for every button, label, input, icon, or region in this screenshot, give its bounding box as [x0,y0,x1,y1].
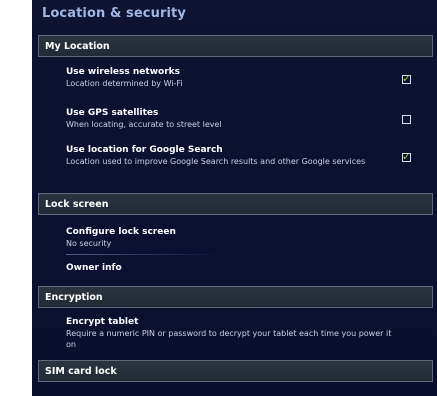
check-icon: ✓ [402,150,412,163]
setting-title: Use GPS satellites [66,108,159,118]
section-header-sim-card-lock[interactable]: SIM card lock [38,360,433,382]
setting-summary: Location determined by Wi-Fi [66,79,183,88]
section-header-lock-screen: Lock screen [38,193,433,215]
section-header-my-location: My Location [38,35,433,57]
row-divider [66,254,226,255]
section-header-encryption: Encryption [38,286,433,308]
checkbox-use-location-for-google-search[interactable]: ✓ [402,150,412,163]
setting-summary: When locating, accurate to street level [66,120,222,129]
setting-title: Configure lock screen [66,227,176,237]
setting-owner-info[interactable]: Owner info [66,262,396,274]
setting-use-gps-satellites[interactable]: Use GPS satellites When locating, accura… [66,107,396,130]
checkbox-use-gps-satellites[interactable] [402,115,411,124]
setting-title: Encrypt tablet [66,317,139,327]
setting-encrypt-tablet[interactable]: Encrypt tablet Require a numeric PIN or … [66,316,396,350]
setting-use-location-for-google-search[interactable]: Use location for Google Search Location … [66,144,396,167]
setting-title: Use wireless networks [66,67,180,77]
setting-title: Owner info [66,263,122,273]
setting-configure-lock-screen[interactable]: Configure lock screen No security [66,226,396,249]
checkbox-use-wireless-networks[interactable]: ✓ [402,72,412,85]
setting-summary: Require a numeric PIN or password to dec… [66,329,392,349]
setting-summary: No security [66,239,112,248]
setting-title: Use location for Google Search [66,145,223,155]
setting-summary: Location used to improve Google Search r… [66,157,366,166]
setting-use-wireless-networks[interactable]: Use wireless networks Location determine… [66,66,396,89]
check-icon: ✓ [402,72,412,85]
page-title: Location & security [42,6,186,21]
settings-screen: Location & security My Location Use wire… [32,0,437,396]
